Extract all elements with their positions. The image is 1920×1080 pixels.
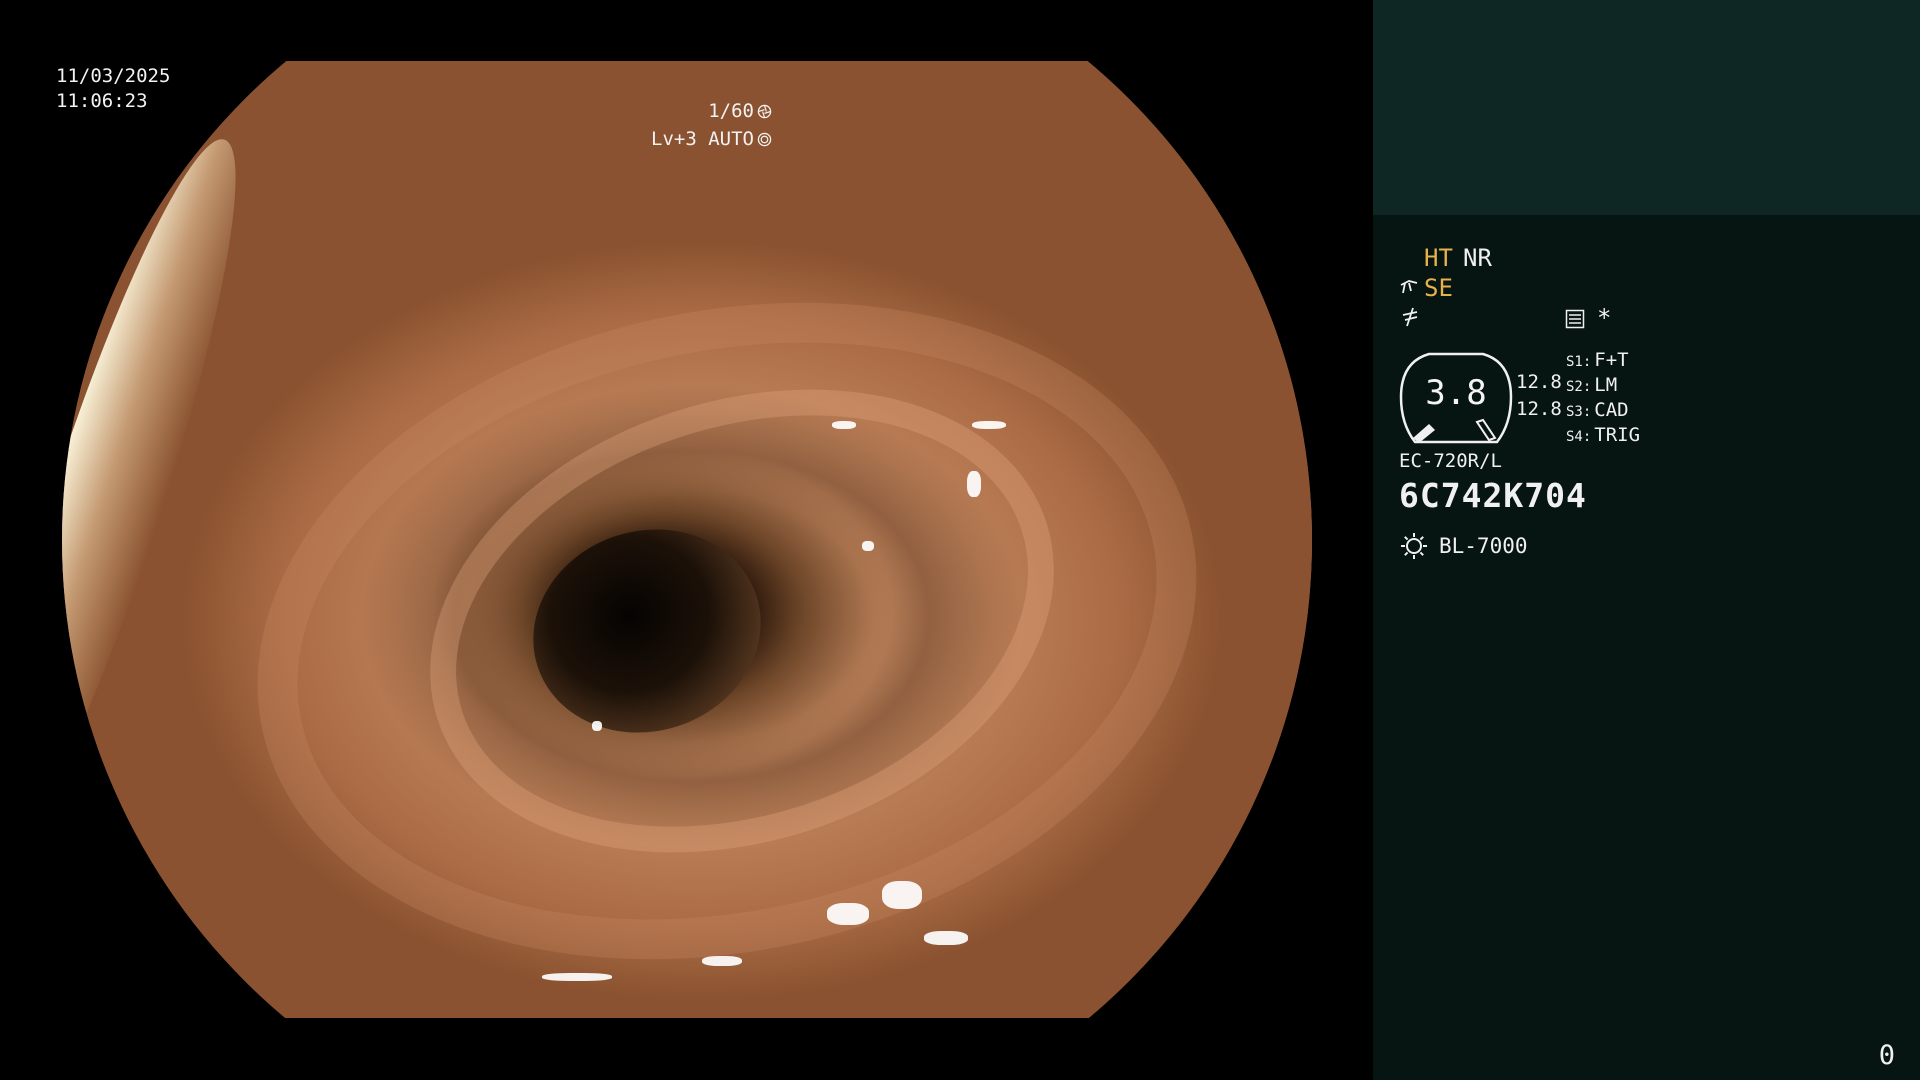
se-indicator: SE <box>1424 274 1453 302</box>
date: 11/03/2025 <box>56 65 171 87</box>
scope-model: EC-720R/L <box>1399 450 1502 472</box>
shutter-speed-icon <box>757 104 772 119</box>
specular-reflection <box>862 541 874 551</box>
specular-reflection <box>592 721 602 731</box>
light-level-readout: Lv+3 AUTO <box>651 127 772 151</box>
light-glare <box>62 122 277 880</box>
specular-reflection <box>542 973 612 981</box>
specular-reflection <box>882 881 922 909</box>
switch-key: S2: <box>1566 379 1592 395</box>
specular-reflection <box>972 421 1006 429</box>
switch-row-s1: S1: F+T <box>1566 349 1629 371</box>
structure-enhancement-icon <box>1400 280 1418 294</box>
nr-indicator: NR <box>1463 244 1492 272</box>
switch-label: LM <box>1594 374 1618 396</box>
light-source-icon <box>1401 533 1427 559</box>
switch-label: CAD <box>1594 399 1629 421</box>
light-source-model: BL-7000 <box>1439 534 1528 558</box>
image-counter: 0 <box>1878 1040 1895 1071</box>
info-panel-header <box>1373 0 1920 215</box>
specular-reflection <box>702 956 742 966</box>
freeze-icon <box>1402 307 1418 327</box>
endoscopy-screen: 11/03/2025 11:06:23 1/60 Lv+3 AUTO HT NR… <box>0 0 1920 1080</box>
iris-mode: AUTO <box>708 128 754 150</box>
specular-reflection <box>924 931 968 945</box>
time: 11:06:23 <box>56 90 148 112</box>
switch-row-s3: S3: CAD <box>1566 399 1629 421</box>
specular-reflection <box>827 903 869 925</box>
info-panel: HT NR SE * 3.8 12.8 12.8 S1: F+T S2: LM S3… <box>1373 0 1920 1080</box>
switch-key: S4: <box>1566 429 1592 445</box>
angle-value-top: 12.8 <box>1516 371 1562 393</box>
scope-serial-number: 6C742K704 <box>1399 476 1587 515</box>
switch-label: F+T <box>1594 349 1629 371</box>
switch-key: S1: <box>1566 354 1592 370</box>
shutter-readout: 1/60 <box>708 99 772 123</box>
memo-icon <box>1565 309 1585 329</box>
switch-key: S3: <box>1566 404 1592 420</box>
endoscope-view: 11/03/2025 11:06:23 1/60 Lv+3 AUTO <box>0 0 1373 1080</box>
asterisk-indicator: * <box>1597 304 1612 332</box>
switch-row-s4: S4: TRIG <box>1566 424 1640 446</box>
switch-label: TRIG <box>1594 424 1641 446</box>
light-level: Lv+3 <box>651 128 697 150</box>
specular-reflection <box>832 421 856 429</box>
switch-row-s2: S2: LM <box>1566 374 1617 396</box>
endoscopic-image <box>62 61 1312 1018</box>
shutter-speed: 1/60 <box>708 100 754 122</box>
specular-reflection <box>967 471 981 497</box>
ht-indicator: HT <box>1424 244 1453 272</box>
angle-value-bottom: 12.8 <box>1516 398 1562 420</box>
zoom-value: 3.8 <box>1425 373 1487 413</box>
iris-icon <box>757 132 772 147</box>
